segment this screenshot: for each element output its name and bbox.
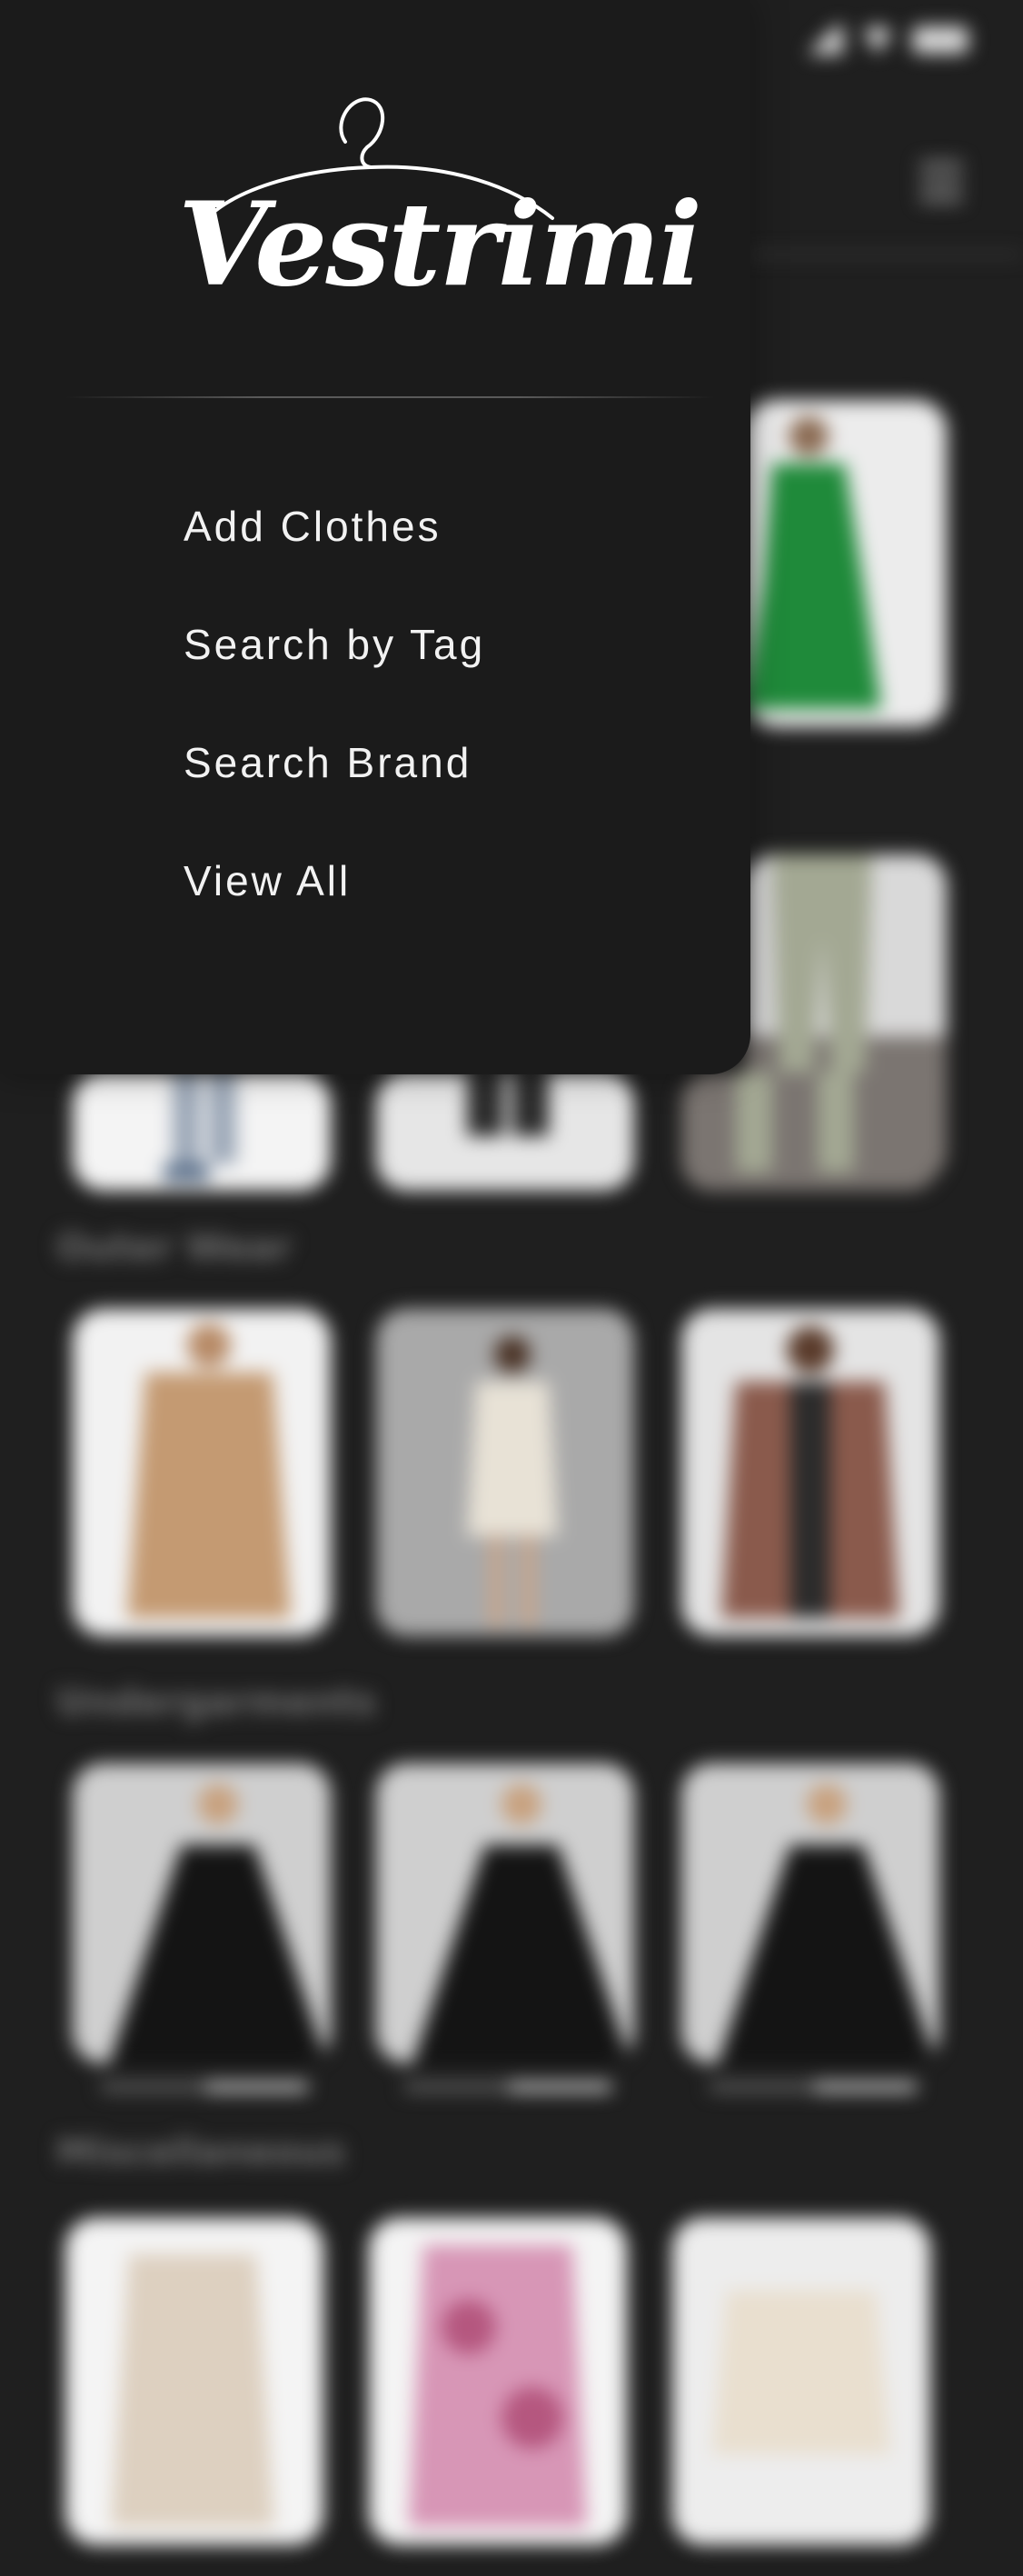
clothing-tile[interactable] xyxy=(65,2218,323,2545)
clothing-image xyxy=(681,1073,939,1191)
drawer-divider xyxy=(65,396,714,398)
wifi-icon xyxy=(859,26,896,54)
menu-item-add-clothes[interactable]: Add Clothes xyxy=(184,502,442,551)
clothing-image xyxy=(745,400,947,727)
clothing-image xyxy=(73,1309,331,1636)
signal-icon xyxy=(801,25,843,55)
battery-icon xyxy=(912,26,968,54)
menu-item-search-brand[interactable]: Search Brand xyxy=(184,738,472,787)
clothing-image xyxy=(73,1763,331,2063)
header-divider xyxy=(745,253,1023,256)
clothing-image xyxy=(681,1309,939,1636)
menu-item-search-by-tag[interactable]: Search by Tag xyxy=(184,620,485,669)
clothing-image xyxy=(73,1073,331,1191)
brand-wordmark: Vestrimi xyxy=(178,177,702,312)
clothing-tile[interactable] xyxy=(73,1763,331,2063)
clothing-image xyxy=(681,1763,939,2063)
hamburger-menu-icon[interactable] xyxy=(919,162,963,202)
clothing-tile[interactable] xyxy=(745,400,947,727)
clothing-image xyxy=(672,2218,930,2545)
clothing-tile[interactable] xyxy=(681,1763,939,2063)
menu-item-view-all[interactable]: View All xyxy=(184,856,351,905)
category-heading-miscellaneous: Miscellaneous xyxy=(56,2132,345,2173)
clothing-image xyxy=(369,2218,627,2545)
clothing-tile[interactable] xyxy=(73,1309,331,1636)
clothing-tile[interactable] xyxy=(73,1073,331,1191)
clothing-image xyxy=(376,1073,634,1191)
clothing-tile[interactable] xyxy=(681,1073,939,1191)
tile-caption xyxy=(709,2082,918,2092)
status-bar xyxy=(801,25,968,55)
clothing-tile[interactable] xyxy=(681,1309,939,1636)
clothing-tile[interactable] xyxy=(369,2218,627,2545)
category-heading-outer-wear: Outer Wear xyxy=(56,1227,292,1269)
clothing-image xyxy=(65,2218,323,2545)
clothing-tile[interactable] xyxy=(672,2218,930,2545)
clothing-tile[interactable] xyxy=(376,1073,634,1191)
clothing-tile[interactable] xyxy=(376,1763,634,2063)
brand-logo: Vestrimi xyxy=(178,87,702,324)
clothing-image xyxy=(376,1763,634,2063)
clothing-tile[interactable] xyxy=(376,1309,634,1636)
tile-caption xyxy=(100,2082,309,2092)
navigation-drawer: Vestrimi Add Clothes Search by Tag Searc… xyxy=(0,0,750,1074)
tile-caption xyxy=(403,2082,612,2092)
category-heading-undergarments: Undergarments xyxy=(56,1682,377,1723)
clothing-image xyxy=(376,1309,634,1636)
